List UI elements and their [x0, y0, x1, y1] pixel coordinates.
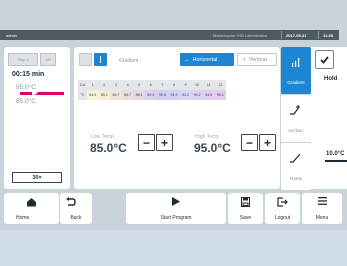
step-counter: 1/3	[40, 53, 56, 66]
gradient-on-button[interactable]	[94, 53, 107, 66]
column-header-cell: 4	[121, 80, 134, 90]
next-step-line	[325, 160, 347, 162]
temperature-cell: 89.4	[144, 90, 157, 100]
status-divider	[318, 31, 319, 39]
gradient-title: Gradient	[119, 58, 139, 64]
logout-icon	[277, 197, 288, 207]
column-header-cell: 11	[202, 80, 215, 90]
play-icon	[172, 197, 180, 206]
start-program-button[interactable]: Start Program	[126, 193, 226, 224]
toggle-bar-icon	[100, 56, 101, 63]
time-display: 11:45	[323, 33, 334, 38]
high-temp-label: High Temp	[195, 134, 219, 140]
next-step-temp: 10.0°C	[326, 151, 345, 157]
temperature-cell: 85.7	[110, 90, 122, 100]
status-bar: admin Mastercycler X50 Laborstation 2017…	[0, 30, 339, 40]
gradient-indicator	[20, 92, 64, 95]
column-header-cell: 7	[156, 80, 169, 90]
checkmark-icon	[320, 55, 329, 64]
status-divider	[281, 31, 282, 39]
temperature-cell: 90.6	[156, 90, 169, 100]
temperature-cell: 88.1	[133, 90, 145, 100]
column-header-cell: 3	[110, 80, 122, 90]
low-temp-minus-button[interactable]: −	[138, 134, 155, 151]
temperature-cell: 94.9	[202, 90, 215, 100]
temperature-cell: 93.2	[179, 90, 192, 100]
temperature-cell: 95.1	[214, 90, 227, 100]
column-header-cell: 9	[179, 80, 192, 90]
horizontal-label: Horizontal	[192, 56, 218, 63]
step-duration: 00:15 min	[12, 71, 45, 78]
step-panel[interactable]: Step 2 1/3 00:15 min 95.0°C 85.0°C 30×	[4, 47, 70, 189]
gradient-panel: Gradient → Horizontal ↑ Vertical Col 123…	[74, 47, 280, 189]
menu-icon	[318, 197, 327, 205]
tab-gradient[interactable]: Gradient	[281, 47, 311, 94]
high-temp-minus-button[interactable]: −	[241, 134, 258, 151]
column-header-cell: 1	[87, 80, 99, 90]
low-temp-plus-button[interactable]: +	[156, 134, 173, 151]
home-icon	[27, 198, 36, 207]
back-label: Back	[70, 215, 82, 221]
temperature-cell: 85.1	[98, 90, 111, 100]
gradient-off-button[interactable]	[79, 53, 92, 66]
arrow-right-icon	[32, 90, 38, 96]
unit-header: °C	[78, 90, 87, 100]
save-label: Save	[239, 215, 252, 221]
low-temp-value[interactable]: 85.0°C	[90, 141, 127, 155]
high-temp-value[interactable]: 95.0°C	[194, 141, 231, 155]
next-step-label: Hold	[324, 76, 338, 82]
column-header-cell: 5	[133, 80, 145, 90]
back-button[interactable]: Back	[60, 193, 92, 224]
step-temp-low: 85.0°C	[16, 98, 36, 105]
logout-button[interactable]: Logout	[265, 193, 300, 224]
column-header-row: Col 1 2 3 4 5 6 7 8 9 10 11 12	[78, 80, 227, 90]
menu-button[interactable]: Menu	[302, 193, 342, 224]
start-program-label: Start Program	[160, 215, 192, 221]
column-header-cell: 6	[144, 80, 157, 90]
arrow-up-icon: ↑	[243, 56, 246, 63]
instrument-screen: admin Mastercycler X50 Laborstation 2017…	[0, 0, 347, 230]
tab-label: Ramp	[289, 176, 302, 181]
increment-icon	[290, 105, 300, 115]
temperature-cell: 94.2	[191, 90, 203, 100]
col-header: Col	[78, 80, 87, 90]
home-label: Home	[16, 215, 30, 221]
menu-label: Menu	[315, 215, 329, 221]
low-temp-label: Low Temp	[91, 134, 114, 140]
high-temp-plus-button[interactable]: +	[259, 134, 276, 151]
temperature-cell: 91.9	[168, 90, 180, 100]
column-header-cell: 10	[191, 80, 203, 90]
device-name: Mastercycler X50 Laborstation	[213, 33, 268, 38]
save-icon	[241, 197, 250, 207]
column-header-cell: 12	[214, 80, 227, 90]
column-header-cell: 8	[168, 80, 180, 90]
back-arrow-icon	[66, 197, 76, 206]
temperature-row: °C 84.9 85.1 85.7 86.7 88.1 89.4 90.6 91.9 93.2 9…	[78, 90, 227, 100]
tab-label: Gradient	[287, 80, 305, 85]
gradient-table: Col 1 2 3 4 5 6 7 8 9 10 11 12 °C 84.9 85.1 85.7 86.7 8…	[78, 80, 227, 100]
vertical-gradient-button[interactable]: ↑ Vertical	[237, 53, 277, 66]
vertical-label: Vertical	[248, 56, 267, 63]
tab-ramp[interactable]: Ramp	[281, 143, 311, 190]
save-button[interactable]: Save	[228, 193, 263, 224]
confirm-button[interactable]	[315, 50, 334, 69]
column-header-cell: 2	[98, 80, 111, 90]
step-label: Step 2	[8, 53, 38, 66]
date-display: 2017-05-31	[286, 33, 307, 38]
tab-inc-dec[interactable]: Inc/Dec	[281, 95, 311, 142]
cycle-count[interactable]: 30×	[12, 172, 62, 183]
temperature-cell: 84.9	[87, 90, 99, 100]
tab-label: Inc/Dec	[288, 128, 304, 133]
logout-label: Logout	[274, 215, 291, 221]
horizontal-gradient-button[interactable]: → Horizontal	[180, 53, 234, 66]
gradient-bars-icon	[292, 58, 300, 67]
ramp-icon	[290, 153, 301, 163]
user-name: admin	[6, 33, 17, 38]
temperature-cell: 86.7	[121, 90, 134, 100]
home-button[interactable]: Home	[4, 193, 59, 224]
arrow-right-icon: →	[184, 56, 190, 63]
